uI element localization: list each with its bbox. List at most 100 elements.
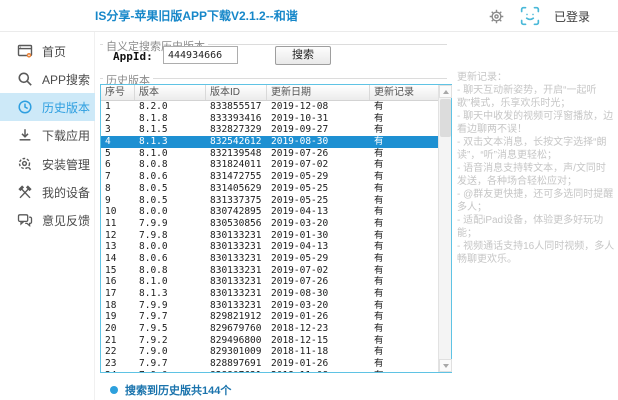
sidebar-item-label: 下载应用 bbox=[42, 127, 90, 144]
table-row[interactable]: 48.1.38325426122019-08-30有 bbox=[101, 136, 451, 148]
cell: 7.9.9 bbox=[135, 300, 206, 312]
sidebar-item-home[interactable]: 首页 bbox=[0, 37, 95, 65]
update-note-line: - 双击文本消息，长按文字选择“朗读”，“听”消息更轻松； bbox=[457, 136, 615, 162]
table-row[interactable]: 117.9.98305308562019-03-20有 bbox=[101, 218, 451, 230]
table-row[interactable]: 178.1.38301332312019-08-30有 bbox=[101, 288, 451, 300]
scroll-down-button[interactable] bbox=[439, 359, 452, 372]
status-result-count: 搜索到历史版共144个 bbox=[125, 382, 231, 398]
cell: 24 bbox=[101, 370, 135, 372]
cell: 828897691 bbox=[206, 358, 267, 370]
cell: 831824011 bbox=[206, 159, 267, 171]
scroll-up-button[interactable] bbox=[439, 85, 452, 98]
cell: 829496800 bbox=[206, 335, 267, 347]
column-header-index[interactable]: 序号 bbox=[101, 85, 135, 100]
table-row[interactable]: 197.9.78298219122019-01-26有 bbox=[101, 311, 451, 323]
sidebar-item-app-search[interactable]: APP搜索 bbox=[0, 65, 95, 93]
table-row[interactable]: 127.9.88301332312019-01-30有 bbox=[101, 230, 451, 242]
table-row[interactable]: 207.9.58296797602018-12-23有 bbox=[101, 323, 451, 335]
tools-icon bbox=[17, 184, 33, 200]
download-icon bbox=[17, 127, 33, 143]
sidebar-item-history-versions[interactable]: 历史版本 bbox=[0, 93, 95, 121]
table-row[interactable]: 227.9.08293010092018-11-18有 bbox=[101, 346, 451, 358]
cell: 831472755 bbox=[206, 171, 267, 183]
cell: 830133231 bbox=[206, 265, 267, 277]
triangle-down-icon bbox=[443, 364, 449, 368]
titlebar-right: 已登录 bbox=[488, 0, 608, 32]
table-scrollbar[interactable] bbox=[438, 85, 451, 372]
sidebar-item-install-manage[interactable]: 安装管理 bbox=[0, 150, 95, 178]
update-notes-heading: 更新记录： bbox=[457, 71, 615, 84]
column-header-version[interactable]: 版本 bbox=[135, 85, 206, 100]
cell: 830133231 bbox=[206, 230, 267, 242]
home-window-icon bbox=[17, 43, 33, 59]
search-button[interactable]: 搜索 bbox=[275, 46, 331, 65]
table-row[interactable]: 38.1.58328273292019-09-27有 bbox=[101, 124, 451, 136]
sidebar-item-label: 意见反馈 bbox=[42, 212, 90, 229]
cell: 3 bbox=[101, 124, 135, 136]
cell: 832139548 bbox=[206, 148, 267, 160]
cell: 2018-12-23 bbox=[267, 323, 370, 335]
cell: 830133231 bbox=[206, 288, 267, 300]
table-row[interactable]: 18.2.08338555172019-12-08有 bbox=[101, 101, 451, 113]
cell: 2018-11-18 bbox=[267, 346, 370, 358]
cell: 2019-07-02 bbox=[267, 159, 370, 171]
table-row[interactable]: 158.0.88301332312019-07-02有 bbox=[101, 265, 451, 277]
cell: 19 bbox=[101, 311, 135, 323]
sidebar-item-label: 安装管理 bbox=[42, 156, 90, 173]
cell: 22 bbox=[101, 346, 135, 358]
update-note-line: - @群友更快捷，还可多选同时提醒多人； bbox=[457, 188, 615, 214]
column-header-update-date[interactable]: 更新日期 bbox=[267, 85, 370, 100]
table-row[interactable]: 78.0.68314727552019-05-29有 bbox=[101, 171, 451, 183]
table-row[interactable]: 88.0.58314056292019-05-25有 bbox=[101, 183, 451, 195]
qr-scan-login-icon[interactable] bbox=[520, 6, 540, 26]
install-gear-icon bbox=[17, 156, 33, 172]
table-row[interactable]: 108.0.08307428952019-04-13有 bbox=[101, 206, 451, 218]
cell: 7.9.0 bbox=[135, 346, 206, 358]
titlebar: IS分享-苹果旧版APP下载V2.1.2--和谐 已 bbox=[0, 0, 618, 32]
triangle-up-icon bbox=[443, 90, 449, 94]
table-row[interactable]: 237.9.78288976912019-01-26有 bbox=[101, 358, 451, 370]
cell: 8.0.5 bbox=[135, 183, 206, 195]
update-note-line: - 视频通话支持16人同时视频，多人畅聊更欢乐。 bbox=[457, 240, 615, 266]
table-row[interactable]: 217.9.28294968002018-12-15有 bbox=[101, 335, 451, 347]
scrollbar-thumb[interactable] bbox=[440, 99, 451, 137]
history-version-table: 序号 版本 版本ID 更新日期 更新记录 18.2.08338555172019… bbox=[100, 84, 452, 373]
cell: 833855517 bbox=[206, 101, 267, 113]
clock-icon bbox=[17, 99, 33, 115]
cell: 828807631 bbox=[206, 370, 267, 372]
cell: 830530856 bbox=[206, 218, 267, 230]
cell: 8.0.8 bbox=[135, 159, 206, 171]
table-row[interactable]: 247.9.08288076312018-11-08有 bbox=[101, 370, 451, 372]
cell: 2019-07-26 bbox=[267, 276, 370, 288]
cell: 830133231 bbox=[206, 276, 267, 288]
column-header-version-id[interactable]: 版本ID bbox=[206, 85, 267, 100]
cell: 8.1.5 bbox=[135, 124, 206, 136]
table-row[interactable]: 58.1.08321395482019-07-26有 bbox=[101, 148, 451, 160]
sidebar-item-my-devices[interactable]: 我的设备 bbox=[0, 178, 95, 206]
cell: 831337375 bbox=[206, 195, 267, 207]
sidebar-item-download-apps[interactable]: 下载应用 bbox=[0, 121, 95, 149]
table-row[interactable]: 168.1.08301332312019-07-26有 bbox=[101, 276, 451, 288]
cell: 829679760 bbox=[206, 323, 267, 335]
sidebar-item-feedback[interactable]: 意见反馈 bbox=[0, 206, 95, 234]
table-row[interactable]: 148.0.68301332312019-05-29有 bbox=[101, 253, 451, 265]
status-dot-icon bbox=[110, 386, 118, 394]
cell: 2019-04-13 bbox=[267, 206, 370, 218]
cell: 2019-08-30 bbox=[267, 136, 370, 148]
table-row[interactable]: 28.1.88333934162019-10-31有 bbox=[101, 113, 451, 125]
table-row[interactable]: 68.0.88318240112019-07-02有 bbox=[101, 159, 451, 171]
appid-label: AppId: bbox=[113, 50, 153, 63]
sidebar-item-label: APP搜索 bbox=[42, 71, 90, 88]
cell: 17 bbox=[101, 288, 135, 300]
cell: 21 bbox=[101, 335, 135, 347]
table-row[interactable]: 98.0.58313373752019-05-25有 bbox=[101, 195, 451, 207]
table-row[interactable]: 138.0.08301332312019-04-13有 bbox=[101, 241, 451, 253]
settings-gear-icon[interactable] bbox=[488, 7, 506, 25]
cell: 2 bbox=[101, 113, 135, 125]
table-row[interactable]: 187.9.98301332312019-03-20有 bbox=[101, 300, 451, 312]
cell: 8.0.8 bbox=[135, 265, 206, 277]
table-body: 18.2.08338555172019-12-08有28.1.883339341… bbox=[101, 101, 451, 372]
cell: 832542612 bbox=[206, 136, 267, 148]
appid-input[interactable] bbox=[163, 46, 238, 64]
app-title: IS分享-苹果旧版APP下载V2.1.2--和谐 bbox=[95, 0, 298, 32]
